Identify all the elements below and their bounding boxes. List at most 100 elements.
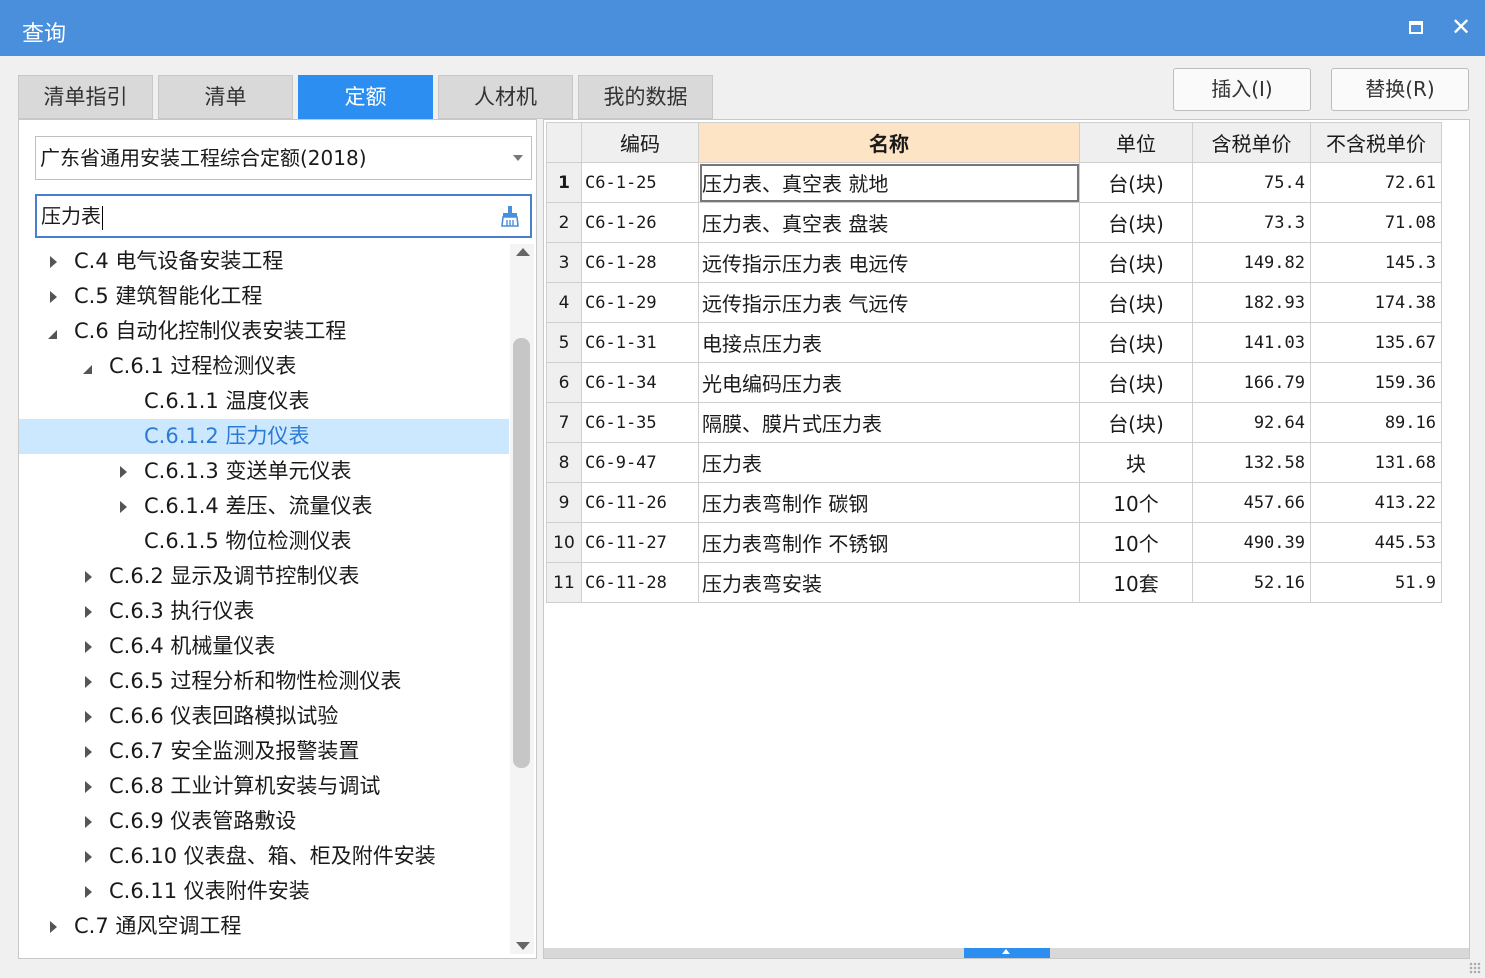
- cell-code[interactable]: C6-11-26: [581, 482, 699, 523]
- tree-node[interactable]: C.6 自动化控制仪表安装工程: [19, 314, 509, 349]
- tab-bill[interactable]: 清单: [158, 75, 293, 119]
- tree-node[interactable]: C.6.1.2 压力仪表: [19, 419, 509, 454]
- row-number[interactable]: 6: [546, 362, 582, 403]
- table-row[interactable]: 10 C6-11-27 压力表弯制作 不锈钢 10个 490.39 445.53: [546, 522, 1442, 563]
- cell-code[interactable]: C6-1-31: [581, 322, 699, 363]
- clear-brush-icon[interactable]: [500, 205, 520, 227]
- expanded-arrow-icon[interactable]: [47, 314, 61, 349]
- tree-node[interactable]: C.6.7 安全监测及报警装置: [19, 734, 509, 769]
- cell-price-with-tax[interactable]: 490.39: [1192, 522, 1311, 563]
- table-row[interactable]: 8 C6-9-47 压力表块 132.58 131.68: [546, 442, 1442, 483]
- collapsed-arrow-icon[interactable]: [82, 734, 96, 769]
- cell-unit[interactable]: 台(块): [1079, 362, 1193, 403]
- collapsed-arrow-icon[interactable]: [117, 489, 131, 524]
- row-number[interactable]: 10: [546, 522, 582, 563]
- cell-name[interactable]: 压力表弯制作 不锈钢: [698, 522, 1080, 563]
- cell-code[interactable]: C6-1-26: [581, 202, 699, 243]
- column-header-unit[interactable]: 单位: [1079, 122, 1193, 163]
- cell-unit[interactable]: 10个: [1079, 522, 1193, 563]
- collapsed-arrow-icon[interactable]: [82, 594, 96, 629]
- cell-unit[interactable]: 台(块): [1079, 322, 1193, 363]
- cell-price-with-tax[interactable]: 182.93: [1192, 282, 1311, 323]
- cell-code[interactable]: C6-1-28: [581, 242, 699, 283]
- tree-node[interactable]: C.6.6 仪表回路模拟试验: [19, 699, 509, 734]
- quota-library-select[interactable]: 广东省通用安装工程综合定额(2018): [35, 136, 532, 180]
- row-number[interactable]: 8: [546, 442, 582, 483]
- tree-node[interactable]: C.6.5 过程分析和物性检测仪表: [19, 664, 509, 699]
- collapsed-arrow-icon[interactable]: [82, 839, 96, 874]
- cell-price-with-tax[interactable]: 52.16: [1192, 562, 1311, 603]
- tree-node[interactable]: C.5 建筑智能化工程: [19, 279, 509, 314]
- expanded-arrow-icon[interactable]: [82, 349, 96, 384]
- cell-name[interactable]: 远传指示压力表 电远传: [698, 242, 1080, 283]
- tree-node[interactable]: C.6.4 机械量仪表: [19, 629, 509, 664]
- tree-node[interactable]: C.6.8 工业计算机安装与调试: [19, 769, 509, 804]
- tab-quota[interactable]: 定额: [298, 75, 433, 119]
- cell-code[interactable]: C6-1-25: [581, 162, 699, 203]
- row-number[interactable]: 7: [546, 402, 582, 443]
- insert-button[interactable]: 插入(I): [1173, 68, 1311, 111]
- close-button[interactable]: ✕: [1446, 12, 1476, 42]
- tree-node[interactable]: C.6.9 仪表管路敷设: [19, 804, 509, 839]
- cell-unit[interactable]: 台(块): [1079, 162, 1193, 203]
- tree-node[interactable]: C.6.1 过程检测仪表: [19, 349, 509, 384]
- table-row[interactable]: 4 C6-1-29 远传指示压力表 气远传 台(块) 182.93 174.38: [546, 282, 1442, 323]
- tree-node[interactable]: C.6.1.1 温度仪表: [19, 384, 509, 419]
- tab-labor-material-machine[interactable]: 人材机: [438, 75, 573, 119]
- row-number[interactable]: 4: [546, 282, 582, 323]
- replace-button[interactable]: 替换(R): [1331, 68, 1469, 111]
- cell-name[interactable]: 压力表、真空表 盘装: [698, 202, 1080, 243]
- cell-price-without-tax[interactable]: 51.9: [1310, 562, 1442, 603]
- scroll-down-icon[interactable]: [516, 942, 530, 950]
- row-number[interactable]: 1: [546, 162, 582, 203]
- splitter-grip-icon[interactable]: [964, 948, 1050, 958]
- cell-unit[interactable]: 10个: [1079, 482, 1193, 523]
- cell-price-without-tax[interactable]: 445.53: [1310, 522, 1442, 563]
- cell-name[interactable]: 压力表: [698, 442, 1080, 483]
- collapsed-arrow-icon[interactable]: [47, 279, 61, 314]
- table-row[interactable]: 6 C6-1-34 光电编码压力表 台(块) 166.79 159.36: [546, 362, 1442, 403]
- cell-code[interactable]: C6-11-28: [581, 562, 699, 603]
- collapsed-arrow-icon[interactable]: [82, 664, 96, 699]
- cell-name[interactable]: 压力表弯安装: [698, 562, 1080, 603]
- column-header-price-with-tax[interactable]: 含税单价: [1192, 122, 1311, 163]
- cell-price-with-tax[interactable]: 166.79: [1192, 362, 1311, 403]
- cell-price-without-tax[interactable]: 413.22: [1310, 482, 1442, 523]
- maximize-button[interactable]: [1402, 14, 1430, 42]
- cell-price-without-tax[interactable]: 135.67: [1310, 322, 1442, 363]
- cell-name[interactable]: 远传指示压力表 气远传: [698, 282, 1080, 323]
- cell-unit[interactable]: 台(块): [1079, 202, 1193, 243]
- row-number[interactable]: 2: [546, 202, 582, 243]
- cell-price-without-tax[interactable]: 159.36: [1310, 362, 1442, 403]
- table-row[interactable]: 3 C6-1-28 远传指示压力表 电远传 台(块) 149.82 145.3: [546, 242, 1442, 283]
- cell-price-with-tax[interactable]: 132.58: [1192, 442, 1311, 483]
- cell-price-with-tax[interactable]: 92.64: [1192, 402, 1311, 443]
- tree-node[interactable]: C.7 通风空调工程: [19, 909, 509, 944]
- scrollbar-thumb[interactable]: [513, 338, 530, 768]
- cell-price-without-tax[interactable]: 72.61: [1310, 162, 1442, 203]
- tab-bill-guide[interactable]: 清单指引: [18, 75, 153, 119]
- tree-node[interactable]: C.6.11 仪表附件安装: [19, 874, 509, 909]
- cell-price-without-tax[interactable]: 145.3: [1310, 242, 1442, 283]
- cell-code[interactable]: C6-11-27: [581, 522, 699, 563]
- cell-unit[interactable]: 10套: [1079, 562, 1193, 603]
- cell-unit[interactable]: 台(块): [1079, 402, 1193, 443]
- cell-price-with-tax[interactable]: 73.3: [1192, 202, 1311, 243]
- tree-node[interactable]: C.6.1.3 变送单元仪表: [19, 454, 509, 489]
- table-row[interactable]: 11 C6-11-28 压力表弯安装 10套 52.16 51.9: [546, 562, 1442, 603]
- table-row[interactable]: 5 C6-1-31 电接点压力表 台(块) 141.03 135.67: [546, 322, 1442, 363]
- cell-price-without-tax[interactable]: 131.68: [1310, 442, 1442, 483]
- row-number[interactable]: 5: [546, 322, 582, 363]
- row-number[interactable]: 11: [546, 562, 582, 603]
- tree-node[interactable]: C.6.2 显示及调节控制仪表: [19, 559, 509, 594]
- column-header-price-without-tax[interactable]: 不含税单价: [1310, 122, 1442, 163]
- row-number[interactable]: 9: [546, 482, 582, 523]
- collapsed-arrow-icon[interactable]: [82, 769, 96, 804]
- cell-price-with-tax[interactable]: 149.82: [1192, 242, 1311, 283]
- cell-price-with-tax[interactable]: 141.03: [1192, 322, 1311, 363]
- horizontal-splitter[interactable]: [544, 948, 1469, 958]
- table-row[interactable]: 1 C6-1-25 压力表、真空表 就地 台(块) 75.4 72.61: [546, 162, 1442, 203]
- cell-unit[interactable]: 台(块): [1079, 282, 1193, 323]
- collapsed-arrow-icon[interactable]: [47, 244, 61, 279]
- tree-node[interactable]: C.4 电气设备安装工程: [19, 244, 509, 279]
